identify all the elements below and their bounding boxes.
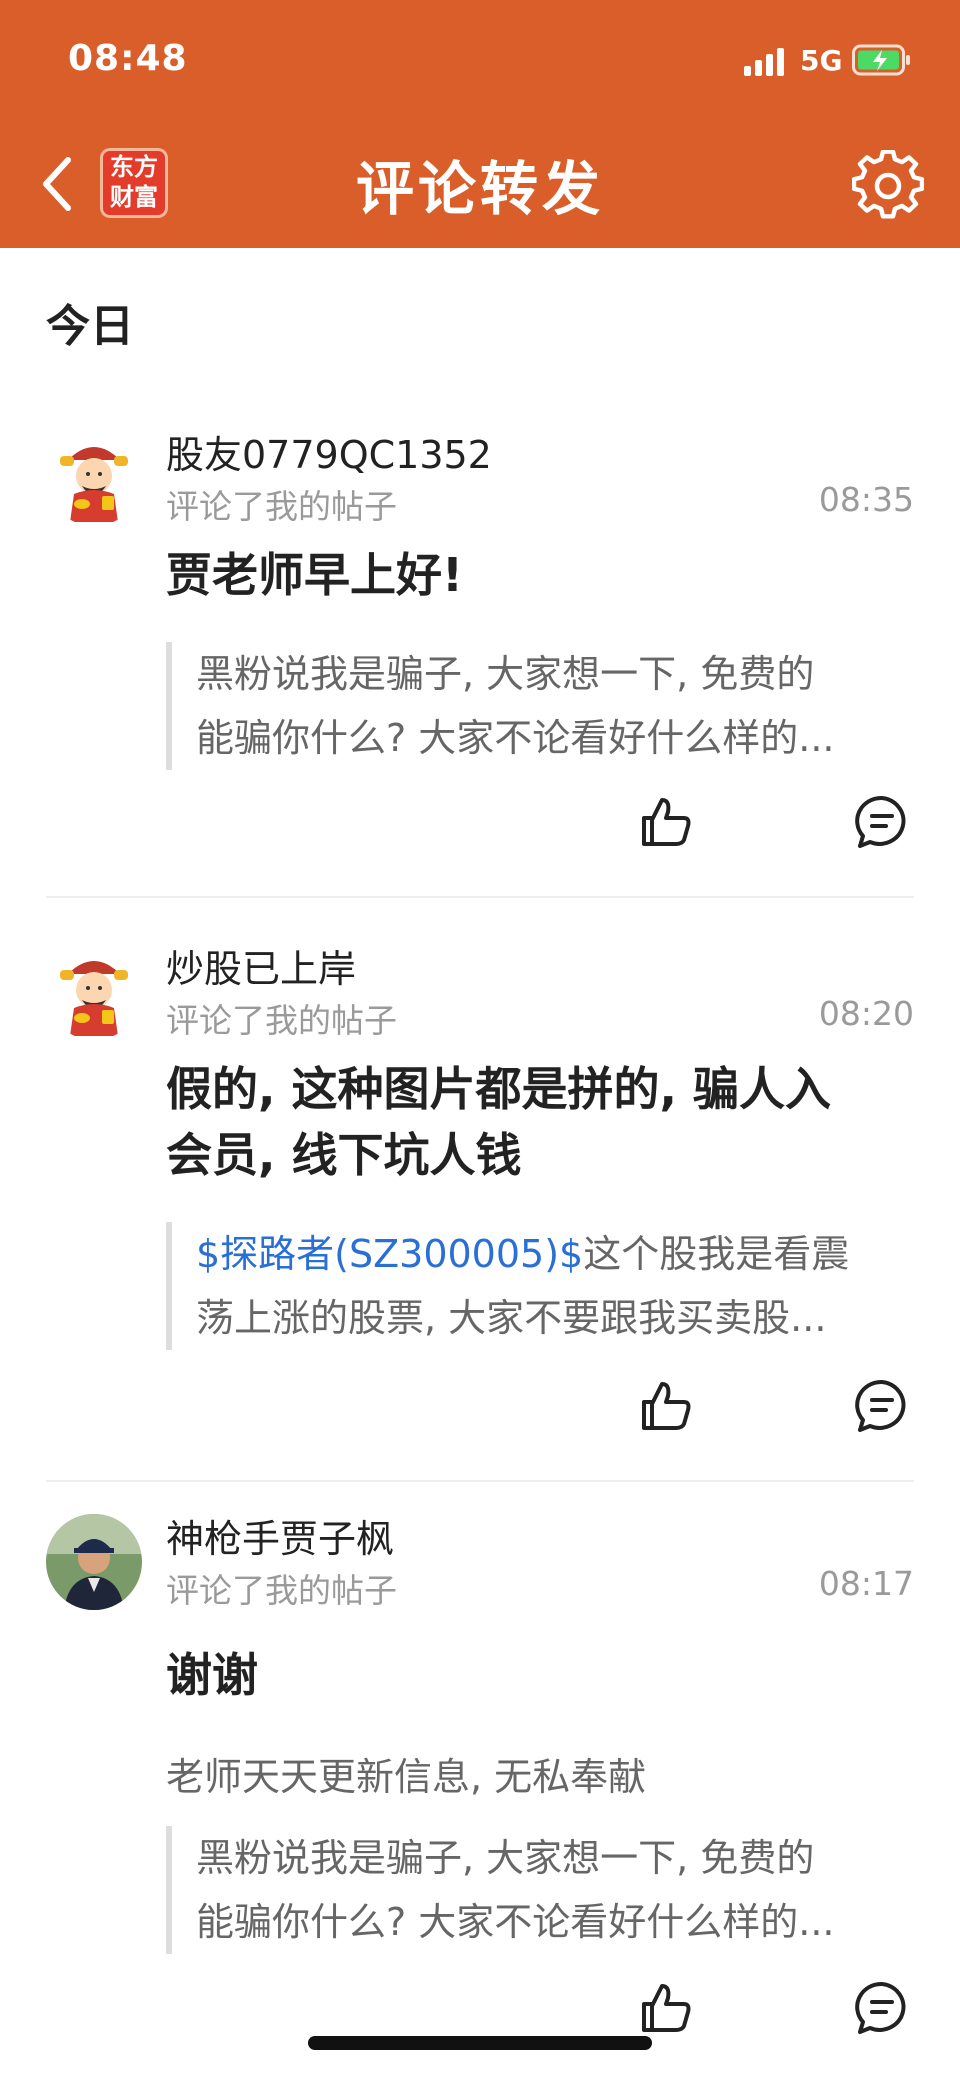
quote-line: 荡上涨的股票, 大家不要跟我买卖股... (196, 1296, 827, 1340)
divider (46, 896, 914, 898)
quote-line-rest: 这个股我是看震 (583, 1232, 850, 1276)
stock-link[interactable]: $探路者(SZ300005)$ (196, 1232, 583, 1276)
quote-line: $探路者(SZ300005)$这个股我是看震 (196, 1222, 914, 1286)
comment-line: 贾老师早上好! (166, 548, 463, 602)
comment-line: 谢谢 (166, 1648, 258, 1702)
section-title-today: 今日 (46, 301, 134, 352)
battery-charging-icon (852, 44, 910, 76)
timestamp: 08:20 (818, 994, 914, 1033)
comment-bubble-icon[interactable] (852, 1376, 912, 1436)
page-title: 评论转发 (355, 155, 604, 223)
settings-gear-icon[interactable] (852, 150, 924, 222)
action-text: 评论了我的帖子 (166, 1001, 397, 1040)
quote-line: 黑粉说我是骗子, 大家想一下, 免费的 (196, 1836, 815, 1880)
username[interactable]: 神枪手贾子枫 (166, 1508, 394, 1563)
divider (46, 1480, 914, 1482)
reply-text: 老师天天更新信息, 无私奉献 (166, 1755, 647, 1799)
comment-line: 会员, 线下坑人钱 (166, 1128, 522, 1182)
comment-text: 谢谢 (166, 1642, 906, 1708)
timestamp: 08:35 (818, 480, 914, 519)
timestamp: 08:17 (818, 1564, 914, 1603)
status-time: 08:48 (68, 38, 188, 79)
thumbs-up-icon[interactable] (636, 792, 696, 852)
quoted-post[interactable]: 黑粉说我是骗子, 大家想一下, 免费的 能骗你什么? 大家不论看好什么样的... (166, 642, 914, 770)
comment-bubble-icon[interactable] (852, 1978, 912, 2038)
quote-line: 能骗你什么? 大家不论看好什么样的... (196, 1900, 835, 1944)
avatar[interactable] (46, 1514, 142, 1610)
status-bar: 08:48 5G (0, 0, 960, 120)
comment-bubble-icon[interactable] (852, 792, 912, 852)
comment-text: 假的, 这种图片都是拼的, 骗人入 会员, 线下坑人钱 (166, 1056, 906, 1188)
comment-text: 贾老师早上好! (166, 542, 906, 608)
app-header: 08:48 5G 东方 财富 评论转发 (0, 0, 960, 248)
action-text: 评论了我的帖子 (166, 1571, 397, 1610)
quoted-post[interactable]: $探路者(SZ300005)$这个股我是看震 荡上涨的股票, 大家不要跟我买卖股… (166, 1222, 914, 1350)
network-type: 5G (800, 44, 843, 77)
action-text: 评论了我的帖子 (166, 487, 397, 526)
quote-line: 能骗你什么? 大家不论看好什么样的... (196, 716, 835, 760)
username[interactable]: 股友0779QC1352 (166, 424, 492, 479)
quoted-post[interactable]: 黑粉说我是骗子, 大家想一下, 免费的 能骗你什么? 大家不论看好什么样的... (166, 1826, 914, 1954)
home-indicator[interactable] (308, 2036, 652, 2050)
avatar[interactable] (46, 430, 142, 526)
username[interactable]: 炒股已上岸 (166, 938, 356, 993)
nav-bar: 东方 财富 评论转发 (0, 120, 960, 248)
thumbs-up-icon[interactable] (636, 1978, 696, 2038)
avatar[interactable] (46, 944, 142, 1040)
thumbs-up-icon[interactable] (636, 1376, 696, 1436)
quote-line: 黑粉说我是骗子, 大家想一下, 免费的 (196, 652, 815, 696)
comment-line: 假的, 这种图片都是拼的, 骗人入 (166, 1062, 831, 1116)
signal-icon (744, 48, 788, 76)
